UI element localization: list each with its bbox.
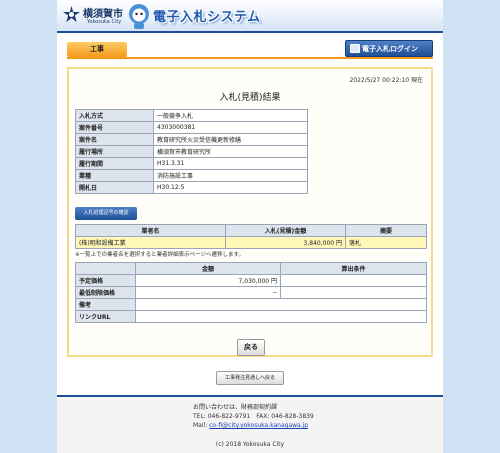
tab-bar: 工事 電子入札ログイン: [67, 40, 433, 58]
info-label: 業種: [75, 169, 154, 182]
site-footer: お問い合わせは、財務部契約課 TEL: 046-822-9791 FAX: 04…: [57, 395, 443, 453]
info-value: 4303000381: [153, 121, 308, 134]
col-amount: 入札(見積)金額: [225, 224, 346, 237]
price-table: 金額 算出条件 予定価格 7,030,000 円 最低制限価格 -- 備考 リン…: [75, 262, 427, 323]
col-summary: 摘要: [345, 224, 427, 237]
table-header-row: 金額 算出条件: [75, 262, 427, 275]
info-label: 開札日: [75, 181, 154, 194]
price-amount: --: [135, 286, 281, 299]
outlook-return-button[interactable]: 工事発注見通しへ戻る: [216, 371, 284, 385]
price-label: 備考: [75, 298, 136, 311]
bid-summary: 落札: [345, 236, 427, 249]
city-emblem-icon: [63, 6, 80, 23]
mail-label: Mail:: [193, 422, 210, 429]
bids-table: 業者名 入札(見積)金額 摘要 (株)明和設備工業 3,840,000 円 落札: [75, 224, 427, 249]
table-row: 業種 消防施設工事: [75, 169, 308, 182]
table-row: 予定価格 7,030,000 円: [75, 274, 427, 287]
system-title: 電子入札システム: [153, 10, 261, 25]
login-button[interactable]: 電子入札ログイン: [345, 40, 433, 57]
info-label: 履行期間: [75, 157, 154, 170]
company-link[interactable]: (株)明和設備工業: [75, 236, 226, 249]
info-label: 案件名: [75, 133, 154, 146]
tab-construction[interactable]: 工事: [67, 42, 127, 57]
info-value: H30.12.5: [153, 181, 308, 194]
info-label: 入札方式: [75, 109, 154, 122]
info-label: 履行場所: [75, 145, 154, 158]
info-value: 教育研究所火災受信機更新修繕: [153, 133, 308, 146]
city-name: 横須賀市: [83, 9, 123, 20]
history-button[interactable]: 入札処理記号の確認: [75, 207, 137, 220]
table-row: 入札方式 一般競争入札: [75, 109, 308, 122]
table-row: 履行場所 横須賀市教育研究所: [75, 145, 308, 158]
info-table: 入札方式 一般競争入札 案件番号 4303000381 案件名 教育研究所火災受信機更…: [75, 109, 308, 194]
mail-link[interactable]: co-fi@city.yokosuka.kanagawa.jp: [209, 422, 308, 429]
back-button[interactable]: 戻る: [237, 339, 265, 356]
info-value: 一般競争入札: [153, 109, 308, 122]
contact-mail-line: Mail: co-fi@city.yokosuka.kanagawa.jp: [193, 421, 314, 430]
table-row: 案件番号 4303000381: [75, 121, 308, 134]
col-company: 業者名: [75, 224, 226, 237]
table-row: 最低制限価格 --: [75, 286, 427, 299]
note-text: ※一覧上での業者名を選択すると業者詳細表示ページへ遷移します。: [75, 252, 244, 258]
login-label: 電子入札ログイン: [362, 45, 418, 53]
result-panel: 2022/5/27 00:22:10 現在 入札(見積)結果 入札方式 一般競争入…: [67, 67, 433, 357]
table-header-row: 業者名 入札(見積)金額 摘要: [75, 224, 427, 237]
price-label: リンクURL: [75, 310, 136, 323]
table-row: 案件名 教育研究所火災受信機更新修繕: [75, 133, 308, 146]
contact-line: お問い合わせは、財務部契約課: [193, 404, 278, 411]
table-row: 備考: [75, 298, 427, 311]
price-condition: [280, 274, 427, 287]
info-value: H31.3.31: [153, 157, 308, 170]
price-amount: 7,030,000 円: [135, 274, 281, 287]
table-row: リンクURL: [75, 310, 427, 323]
info-value: 消防施設工事: [153, 169, 308, 182]
copyright: (c) 2018 Yokosuka City: [215, 441, 285, 448]
contact-info: お問い合わせは、財務部契約課 TEL: 046-822-9791 FAX: 04…: [193, 403, 314, 430]
current-datetime: 2022/5/27 00:22:10 現在: [349, 77, 423, 84]
col-price-amount: 金額: [135, 262, 281, 275]
bid-amount: 3,840,000 円: [225, 236, 346, 249]
tab-divider: [67, 57, 433, 59]
col-blank: [75, 262, 136, 275]
remarks-value: [135, 298, 427, 311]
table-row: 開札日 H30.12.5: [75, 181, 308, 194]
table-row: (株)明和設備工業 3,840,000 円 落札: [75, 236, 427, 249]
site-header: 横須賀市 Yokosuka City 電子入札システム: [57, 0, 443, 33]
city-subtitle: Yokosuka City: [87, 19, 122, 25]
info-value: 横須賀市教育研究所: [153, 145, 308, 158]
col-condition: 算出条件: [280, 262, 427, 275]
price-label: 予定価格: [75, 274, 136, 287]
page-title: 入札(見積)結果: [219, 93, 281, 103]
contact-phone: TEL: 046-822-9791 FAX: 046-828-3839: [193, 413, 314, 420]
mascot-icon: [129, 4, 149, 29]
info-label: 案件番号: [75, 121, 154, 134]
price-condition: [280, 286, 427, 299]
table-row: 履行期間 H31.3.31: [75, 157, 308, 170]
link-url-value: [135, 310, 427, 323]
login-icon: [350, 44, 360, 53]
price-label: 最低制限価格: [75, 286, 136, 299]
